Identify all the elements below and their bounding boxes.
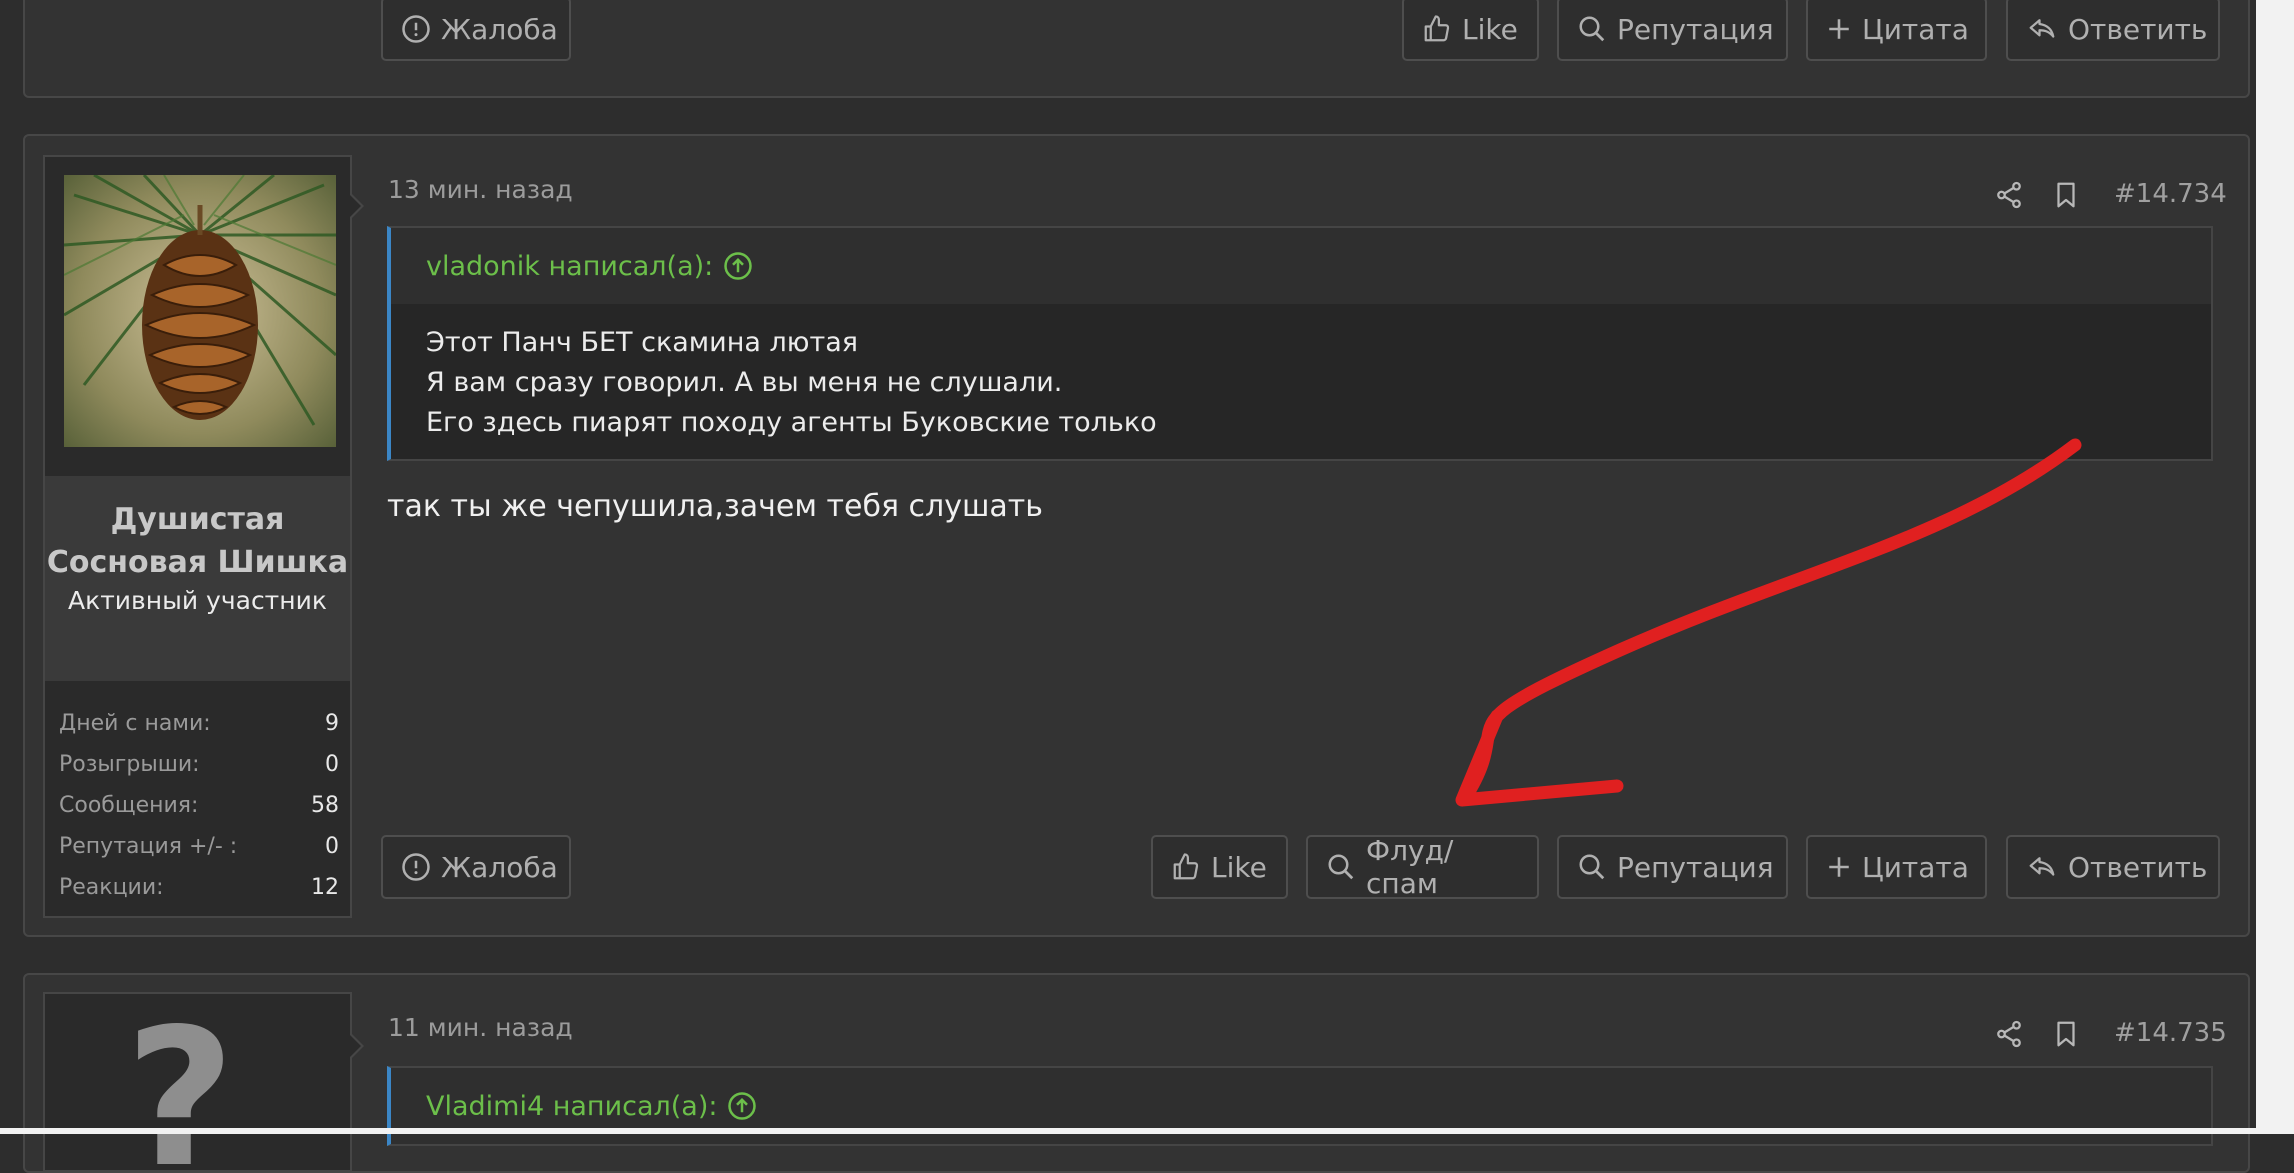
arrow-up-circle-icon[interactable]	[727, 1091, 757, 1121]
window-edge-right	[2256, 0, 2294, 1134]
post-date[interactable]: 11 мин. назад	[388, 1013, 573, 1042]
quote-block: Vladimi4 написал(а):	[387, 1066, 2213, 1146]
user-cell-pointer-inner	[349, 1034, 361, 1058]
annotation-arrow	[1455, 438, 2082, 807]
share-button[interactable]	[1994, 1019, 2024, 1049]
window-edge-bottom	[0, 1128, 2294, 1134]
share-icon	[1997, 1020, 2021, 1048]
user-cell: ?	[43, 992, 352, 1172]
avatar-placeholder[interactable]: ?	[125, 1004, 235, 1171]
bookmark-button[interactable]	[2051, 1019, 2081, 1049]
quote-author[interactable]: Vladimi4 написал(а):	[426, 1091, 717, 1122]
post-number[interactable]: #14.735	[2114, 1018, 2227, 1048]
bookmark-icon	[2057, 1021, 2075, 1047]
